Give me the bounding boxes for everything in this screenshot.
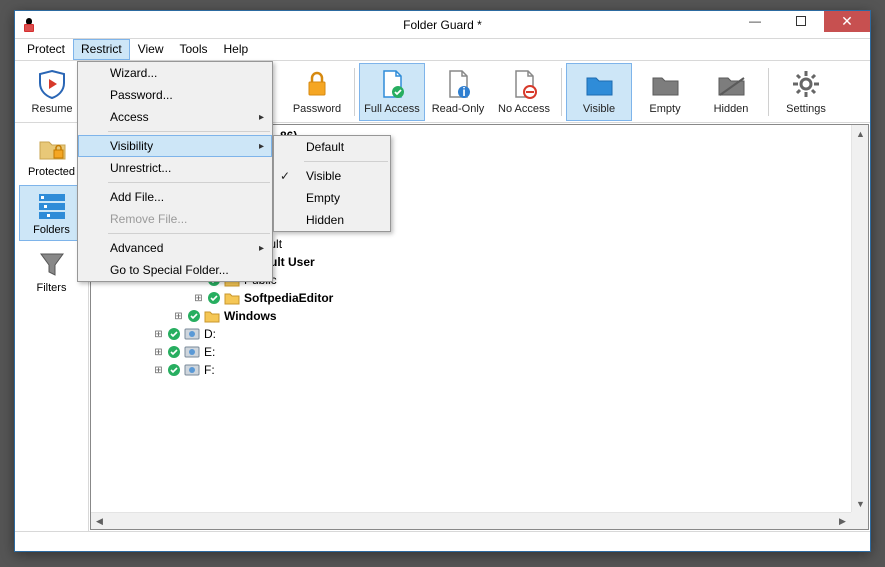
drive-icon	[184, 327, 200, 341]
app-window: Folder Guard * — ✕ Protect Restrict View…	[14, 10, 871, 552]
vertical-scrollbar[interactable]: ▲ ▼	[851, 125, 868, 512]
menu-item-advanced[interactable]: Advanced	[78, 237, 272, 259]
shield-play-icon	[36, 68, 68, 100]
menu-item-visibility[interactable]: Visibility	[78, 135, 272, 157]
scroll-right-icon[interactable]: ▶	[834, 513, 851, 530]
tree-label: E:	[203, 345, 215, 359]
hidden-button[interactable]: Hidden	[698, 63, 764, 121]
menu-restrict[interactable]: Restrict	[73, 39, 130, 60]
app-icon	[21, 17, 37, 33]
menubar: Protect Restrict View Tools Help	[15, 39, 870, 61]
tree-label: SoftpediaEditor	[243, 291, 333, 305]
menu-protect[interactable]: Protect	[19, 39, 73, 60]
menu-tools[interactable]: Tools	[171, 39, 215, 60]
tree-row[interactable]: ⊞ D:	[95, 325, 868, 343]
folder-icon	[224, 291, 240, 305]
expand-icon[interactable]: ⊞	[193, 293, 204, 304]
scroll-up-icon[interactable]: ▲	[852, 125, 869, 142]
close-button[interactable]: ✕	[824, 11, 870, 32]
page-block-icon	[508, 68, 540, 100]
folder-lock-icon	[36, 132, 68, 164]
menu-item-access[interactable]: Access	[78, 106, 272, 128]
status-ok-icon	[167, 345, 181, 359]
status-ok-icon	[207, 291, 221, 305]
menu-view[interactable]: View	[130, 39, 172, 60]
status-ok-icon	[167, 363, 181, 377]
drive-icon	[184, 363, 200, 377]
tree-row[interactable]: ⊞ F:	[95, 361, 868, 379]
sidebar-item-folders[interactable]: Folders	[19, 185, 85, 241]
funnel-icon	[36, 248, 68, 280]
drive-icon	[184, 345, 200, 359]
menu-item-wizard[interactable]: Wizard...	[78, 62, 272, 84]
menu-item-password[interactable]: Password...	[78, 84, 272, 106]
status-ok-icon	[167, 327, 181, 341]
separator	[561, 68, 562, 116]
tree-label: F:	[203, 363, 215, 377]
expand-icon[interactable]: ⊞	[173, 311, 184, 322]
scroll-down-icon[interactable]: ▼	[852, 495, 869, 512]
settings-button[interactable]: Settings	[773, 63, 839, 121]
folder-hidden-icon	[715, 68, 747, 100]
svg-text:i: i	[462, 85, 465, 99]
tree-row[interactable]: ⊞ E:	[95, 343, 868, 361]
page-info-icon: i	[442, 68, 474, 100]
visible-button[interactable]: Visible	[566, 63, 632, 121]
menu-separator	[108, 233, 270, 234]
tree-row[interactable]: ⊞ SoftpediaEditor	[95, 289, 868, 307]
menu-item-unrestrict[interactable]: Unrestrict...	[78, 157, 272, 179]
empty-button[interactable]: Empty	[632, 63, 698, 121]
menu-separator	[108, 182, 270, 183]
folders-tree-icon	[36, 190, 68, 222]
password-button[interactable]: Password	[284, 63, 350, 121]
visibility-submenu: Default ✓Visible Empty Hidden	[273, 135, 391, 232]
separator	[768, 68, 769, 116]
horizontal-scrollbar[interactable]: ◀ ▶	[91, 512, 851, 529]
status-ok-icon	[187, 309, 201, 323]
menu-separator	[108, 131, 270, 132]
lock-icon	[301, 68, 333, 100]
statusbar	[15, 531, 870, 551]
maximize-button[interactable]	[778, 11, 824, 32]
gear-icon	[790, 68, 822, 100]
tree-row[interactable]: ⊞ Windows	[95, 307, 868, 325]
scroll-left-icon[interactable]: ◀	[91, 513, 108, 530]
expand-icon[interactable]: ⊞	[153, 365, 164, 376]
minimize-button[interactable]: —	[732, 11, 778, 32]
folder-empty-icon	[649, 68, 681, 100]
page-check-icon	[376, 68, 408, 100]
folder-visible-icon	[583, 68, 615, 100]
submenu-item-hidden[interactable]: Hidden	[274, 209, 390, 231]
separator	[354, 68, 355, 116]
menu-item-add-file[interactable]: Add File...	[78, 186, 272, 208]
full-access-button[interactable]: Full Access	[359, 63, 425, 121]
submenu-item-default[interactable]: Default	[274, 136, 390, 158]
folder-icon	[204, 309, 220, 323]
menu-help[interactable]: Help	[216, 39, 257, 60]
menu-item-goto-special[interactable]: Go to Special Folder...	[78, 259, 272, 281]
submenu-item-visible[interactable]: ✓Visible	[274, 165, 390, 187]
restrict-menu-dropdown: Wizard... Password... Access Visibility …	[77, 61, 273, 282]
submenu-item-empty[interactable]: Empty	[274, 187, 390, 209]
menu-item-remove-file: Remove File...	[78, 208, 272, 230]
check-icon: ✓	[280, 169, 290, 183]
read-only-button[interactable]: i Read-Only	[425, 63, 491, 121]
no-access-button[interactable]: No Access	[491, 63, 557, 121]
scroll-corner	[851, 512, 868, 529]
titlebar[interactable]: Folder Guard * — ✕	[15, 11, 870, 39]
menu-separator	[304, 161, 388, 162]
expand-icon[interactable]: ⊞	[153, 329, 164, 340]
expand-icon[interactable]: ⊞	[153, 347, 164, 358]
sidebar-item-filters[interactable]: Filters	[19, 243, 85, 299]
tree-label: Windows	[223, 309, 277, 323]
tree-label: D:	[203, 327, 216, 341]
sidebar-item-protected[interactable]: Protected	[19, 127, 85, 183]
resume-button[interactable]: Resume	[19, 63, 85, 121]
